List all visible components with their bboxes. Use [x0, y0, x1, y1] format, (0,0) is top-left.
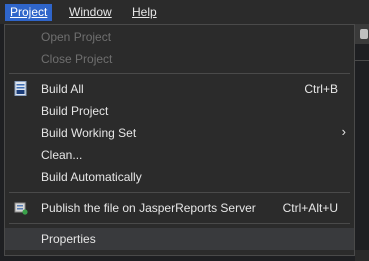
menu-separator — [9, 223, 350, 224]
background-status-area — [355, 250, 369, 261]
menu-item-label: Open Project — [41, 30, 112, 44]
submenu-arrow-icon: › — [341, 124, 346, 139]
menu-item-build-all[interactable]: Build All Ctrl+B — [5, 78, 354, 100]
menu-help[interactable]: Help — [127, 4, 162, 21]
menu-item-label: Properties — [41, 232, 96, 246]
menu-item-label: Publish the file on JasperReports Server — [41, 201, 256, 215]
menu-item-label: Build Automatically — [41, 170, 142, 184]
menu-item-build-working-set[interactable]: Build Working Set › — [5, 122, 354, 144]
background-divider — [355, 60, 369, 61]
menu-item-build-project[interactable]: Build Project — [5, 100, 354, 122]
jasper-publish-icon — [14, 202, 28, 215]
menu-item-close-project[interactable]: Close Project — [5, 48, 354, 70]
menu-item-label: Build Project — [41, 104, 109, 118]
menu-item-publish-jasperreports[interactable]: Publish the file on JasperReports Server… — [5, 197, 354, 219]
menu-bar: Project Window Help — [0, 0, 369, 24]
menu-project-label: Project — [10, 5, 48, 19]
shortcut-label: Ctrl+B — [304, 82, 338, 96]
menu-item-label: Build Working Set — [41, 126, 137, 140]
menu-separator — [9, 192, 350, 193]
menu-item-label: Clean... — [41, 148, 83, 162]
menu-item-label: Close Project — [41, 52, 113, 66]
menu-help-label: Help — [132, 5, 157, 19]
menu-project[interactable]: Project — [5, 4, 53, 21]
menu-item-clean[interactable]: Clean... — [5, 144, 354, 166]
background-toolbar-icon — [360, 29, 368, 39]
menu-separator — [9, 73, 350, 74]
menu-item-build-automatically[interactable]: Build Automatically — [5, 166, 354, 188]
build-all-icon — [14, 81, 27, 96]
menu-item-properties[interactable]: Properties — [5, 228, 354, 250]
menu-window[interactable]: Window — [64, 4, 117, 21]
menu-item-open-project[interactable]: Open Project — [5, 26, 354, 48]
menu-window-label: Window — [69, 5, 112, 19]
shortcut-label: Ctrl+Alt+U — [282, 201, 338, 215]
menu-item-label: Build All — [41, 82, 84, 96]
project-menu-dropdown: Open Project Close Project Build All Ctr… — [4, 24, 355, 256]
